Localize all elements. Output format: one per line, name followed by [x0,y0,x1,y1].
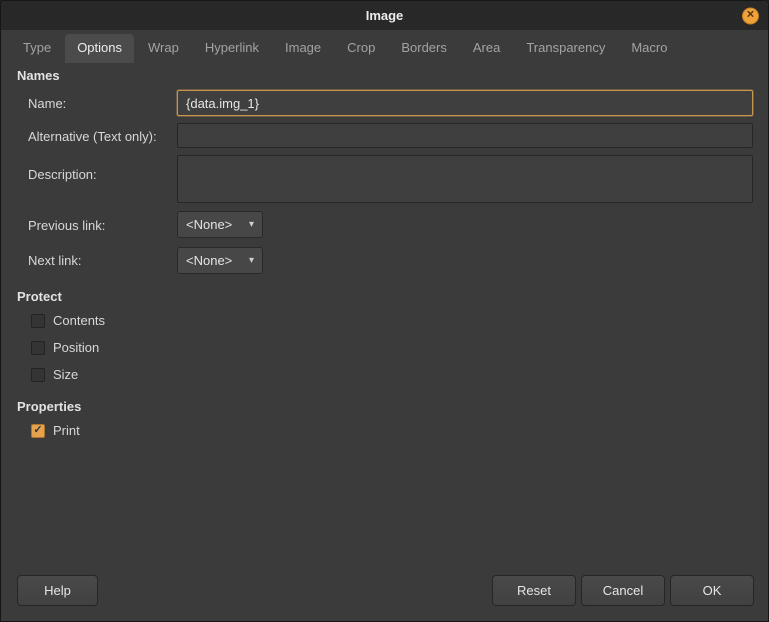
print-checkbox[interactable]: ✓ [31,423,45,438]
size-checkbox-label: Size [53,367,79,382]
tab-image[interactable]: Image [273,34,333,63]
previous-link-dropdown[interactable]: <None> ▾ [177,211,263,238]
checkbox-row-contents[interactable]: ✓ Contents [31,313,105,328]
tab-options[interactable]: Options [65,34,134,63]
checkbox-row-size[interactable]: ✓ Size [31,367,78,382]
tab-wrap[interactable]: Wrap [136,34,191,63]
print-checkbox-label: Print [53,423,80,438]
checkbox-row-position[interactable]: ✓ Position [31,340,99,355]
contents-checkbox[interactable]: ✓ [31,313,45,328]
image-dialog: Image ✕ Type Options Wrap Hyperlink Imag… [0,0,769,622]
cancel-button[interactable]: Cancel [581,575,665,606]
close-button[interactable]: ✕ [742,7,759,24]
chevron-down-icon: ▾ [248,255,254,266]
description-textarea[interactable] [177,155,753,203]
tab-type[interactable]: Type [11,34,63,63]
chevron-down-icon: ▾ [248,219,254,230]
next-link-label: Next link: [28,253,82,268]
names-section-heading: Names [17,68,60,83]
tab-hyperlink[interactable]: Hyperlink [193,34,271,63]
alternative-label: Alternative (Text only): [28,129,157,144]
contents-checkbox-label: Contents [53,313,106,328]
protect-section-heading: Protect [17,289,62,304]
tab-crop[interactable]: Crop [335,34,387,63]
help-button[interactable]: Help [17,575,98,606]
next-link-dropdown[interactable]: <None> ▾ [177,247,263,274]
name-label: Name: [28,96,67,111]
tab-macro[interactable]: Macro [619,34,679,63]
reset-button[interactable]: Reset [492,575,576,606]
tab-bar: Type Options Wrap Hyperlink Image Crop B… [1,30,768,63]
ok-button[interactable]: OK [670,575,754,606]
tab-borders[interactable]: Borders [389,34,459,63]
next-link-value: <None> [186,253,233,268]
size-checkbox[interactable]: ✓ [31,367,45,382]
description-label: Description: [28,167,97,182]
position-checkbox[interactable]: ✓ [31,340,45,355]
checkbox-row-print[interactable]: ✓ Print [31,423,80,438]
position-checkbox-label: Position [53,340,100,355]
previous-link-label: Previous link: [28,218,106,233]
tab-area[interactable]: Area [461,34,512,63]
previous-link-value: <None> [186,217,233,232]
window-title: Image [365,8,404,23]
alternative-input[interactable] [177,123,753,148]
properties-section-heading: Properties [17,399,82,414]
name-input[interactable] [177,90,753,116]
check-icon: ✓ [33,424,43,436]
close-icon: ✕ [746,9,755,21]
titlebar[interactable]: Image ✕ [1,1,768,30]
tab-transparency[interactable]: Transparency [514,34,617,63]
